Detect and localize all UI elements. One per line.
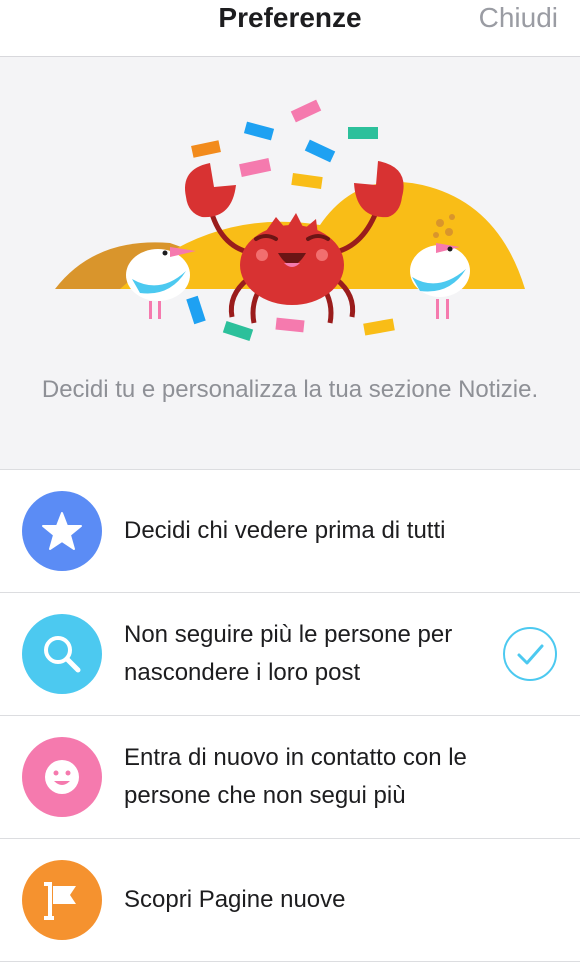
close-button[interactable]: Chiudi (479, 0, 558, 38)
search-icon (22, 614, 102, 694)
option-label: Non seguire più le persone per nasconder… (124, 593, 490, 715)
option-label-text: Decidi chi vedere prima di tutti (124, 517, 446, 544)
smiley-icon (22, 737, 102, 817)
option-label: Scopri Pagine nuove (124, 839, 490, 961)
option-row-see-first[interactable]: Decidi chi vedere prima di tutti (0, 470, 580, 593)
option-label-text: Non seguire più le persone per nasconder… (124, 621, 453, 686)
option-row-discover-pages[interactable]: Scopri Pagine nuove (0, 839, 580, 962)
star-icon (22, 491, 102, 571)
option-label: Decidi chi vedere prima di tutti (124, 470, 490, 592)
hero-banner: Decidi tu e personalizza la tua sezione … (0, 57, 580, 470)
option-row-unfollow[interactable]: Non seguire più le persone per nasconder… (0, 593, 580, 716)
option-label: Entra di nuovo in contatto con le person… (124, 716, 490, 838)
hero-description: Decidi tu e personalizza la tua sezione … (41, 376, 539, 403)
navigation-bar: Preferenze Chiudi (0, 0, 580, 57)
option-label-text: Entra di nuovo in contatto con le person… (124, 744, 467, 809)
option-row-reconnect[interactable]: Entra di nuovo in contatto con le person… (0, 716, 580, 839)
checkmark-icon[interactable] (502, 626, 558, 682)
option-label-text: Scopri Pagine nuove (124, 886, 346, 913)
flag-icon (22, 860, 102, 940)
